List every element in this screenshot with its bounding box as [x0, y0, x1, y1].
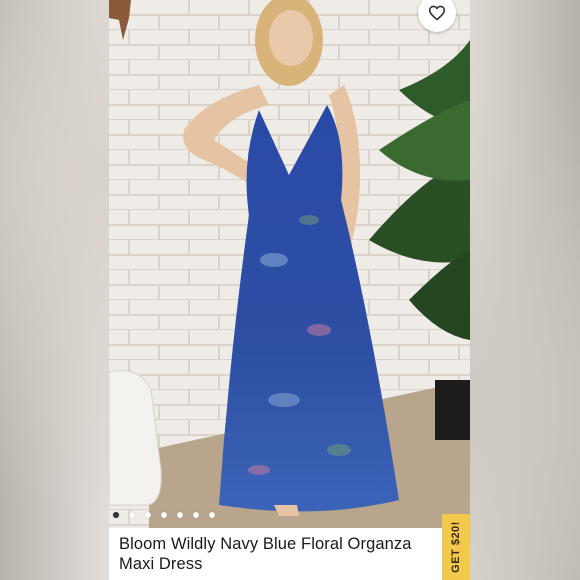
carousel-dot[interactable] [193, 512, 199, 518]
carousel-dot[interactable] [161, 512, 167, 518]
listing-title[interactable]: Bloom Wildly Navy Blue Floral Organza Ma… [119, 534, 437, 574]
promo-tab[interactable]: GET $20! [442, 514, 470, 580]
product-photo[interactable] [109, 0, 470, 528]
listing-info: Bloom Wildly Navy Blue Floral Organza Ma… [109, 528, 470, 580]
carousel-dot[interactable] [209, 512, 215, 518]
carousel-dot[interactable] [177, 512, 183, 518]
heart-icon [428, 5, 446, 21]
carousel-dot[interactable] [113, 512, 119, 518]
listing-card[interactable]: Bloom Wildly Navy Blue Floral Organza Ma… [109, 0, 470, 580]
carousel-dot[interactable] [129, 512, 135, 518]
carousel-dots[interactable] [109, 510, 215, 520]
promo-tab-label: GET $20! [450, 521, 462, 573]
carousel-dot[interactable] [145, 512, 151, 518]
product-image [109, 0, 470, 528]
